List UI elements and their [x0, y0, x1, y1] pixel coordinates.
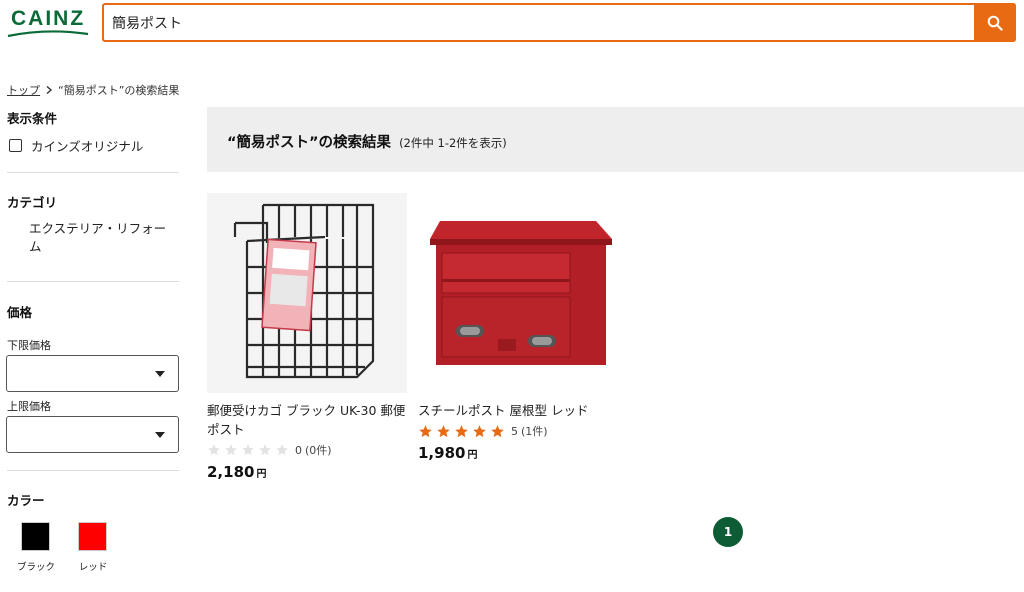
product-name[interactable]: 郵便受けカゴ ブラック UK-30 郵便ポスト [207, 401, 407, 439]
results-header: “簡易ポスト”の検索結果 (2件中 1-2件を表示) [207, 107, 1024, 172]
star-empty-icon [276, 444, 288, 456]
product-image[interactable] [207, 193, 407, 393]
checkbox[interactable] [9, 139, 22, 152]
rating-value: 5 [511, 424, 518, 438]
breadcrumb-current: “簡易ポスト”の検索結果 [58, 84, 180, 97]
divider [7, 172, 179, 173]
display-conditions-heading: 表示条件 [7, 111, 58, 126]
breadcrumb: トップ “簡易ポスト”の検索結果 [7, 82, 179, 98]
star-filled-icon [437, 424, 450, 437]
product-image[interactable] [418, 193, 618, 393]
price-heading: 価格 [7, 305, 33, 320]
star-filled-icon [455, 424, 468, 437]
breadcrumb-top-link[interactable]: トップ [7, 82, 40, 98]
color-swatch-label: ブラック [16, 562, 55, 573]
star-empty-icon [242, 444, 254, 456]
divider [7, 281, 179, 282]
caret-down-icon [155, 371, 165, 377]
max-price-label: 上限価格 [7, 400, 51, 413]
results-title-text: “簡易ポスト”の検索結果 [227, 135, 392, 151]
product-card[interactable]: スチールポスト 屋根型 レッド 5 (1件) 1,980 円 [418, 193, 618, 462]
product-price: 2,180 円 [207, 463, 407, 481]
product-rating: 0 (0件) [207, 442, 407, 458]
search-button[interactable] [974, 3, 1016, 42]
price-value: 2,180 [207, 463, 255, 481]
review-count: (0件) [305, 444, 332, 457]
search-icon [987, 15, 1003, 31]
category-item-exterior[interactable]: エクステリア・リフォーム [29, 220, 175, 256]
divider [7, 470, 179, 471]
red-steel-mailbox-image [430, 221, 612, 365]
wire-mail-basket-image [233, 203, 375, 379]
product-rating: 5 (1件) [418, 423, 618, 439]
chevron-right-icon [46, 85, 53, 95]
color-swatch-red[interactable] [78, 522, 107, 551]
pagination-page-1[interactable]: 1 [713, 517, 743, 547]
color-swatch-black[interactable] [21, 522, 50, 551]
category-heading: カテゴリ [7, 195, 58, 210]
star-empty-icon [225, 444, 237, 456]
rating-value: 0 [295, 443, 302, 457]
min-price-label: 下限価格 [7, 339, 51, 352]
results-count: (2件中 1-2件を表示) [399, 136, 507, 150]
logo-text: CAINZ [11, 7, 86, 30]
product-card[interactable]: 郵便受けカゴ ブラック UK-30 郵便ポスト 0 (0件) 2,180 円 [207, 193, 407, 481]
color-heading: カラー [7, 493, 45, 508]
star-empty-icon [208, 444, 220, 456]
checkbox-label: カインズオリジナル [31, 139, 144, 154]
results-title: “簡易ポスト”の検索結果 (2件中 1-2件を表示) [227, 131, 507, 152]
star-filled-icon [419, 424, 432, 437]
logo-swoosh-icon [7, 30, 89, 38]
price-currency: 円 [256, 469, 267, 480]
product-name[interactable]: スチールポスト 屋根型 レッド [418, 401, 618, 420]
star-filled-icon [491, 424, 504, 437]
min-price-select[interactable] [6, 355, 179, 392]
max-price-select[interactable] [6, 416, 179, 453]
price-value: 1,980 [418, 444, 466, 462]
search-input[interactable] [112, 12, 952, 34]
color-swatch-label: レッド [78, 562, 108, 573]
star-filled-icon [473, 424, 486, 437]
search-bar [102, 3, 1016, 42]
cainz-original-filter[interactable]: カインズオリジナル [9, 136, 143, 155]
product-price: 1,980 円 [418, 444, 618, 462]
caret-down-icon [155, 432, 165, 438]
cainz-logo[interactable]: CAINZ [7, 5, 89, 38]
star-empty-icon [259, 444, 271, 456]
price-currency: 円 [467, 450, 478, 461]
review-count: (1件) [521, 425, 548, 438]
